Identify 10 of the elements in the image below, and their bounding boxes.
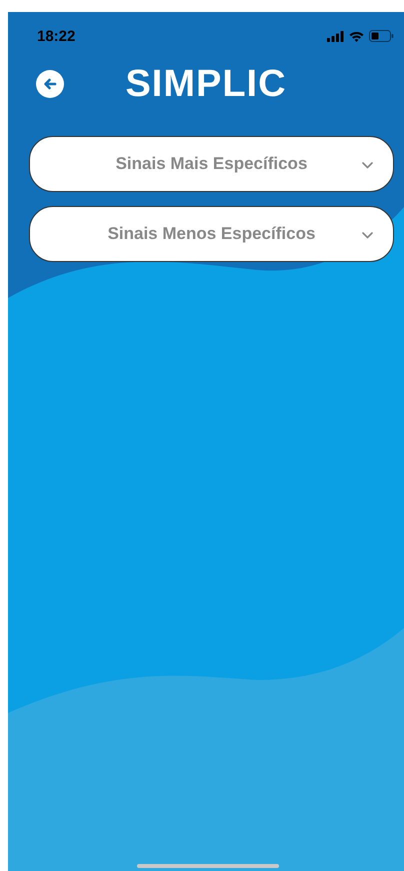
- wifi-icon: [349, 30, 364, 42]
- accordion-header[interactable]: Sinais Menos Específicos: [29, 206, 394, 262]
- battery-icon: [369, 30, 394, 42]
- accordion-header[interactable]: Sinais Mais Específicos: [29, 136, 394, 192]
- status-time: 18:22: [37, 28, 76, 44]
- chevron-icon: [362, 232, 373, 239]
- back-button[interactable]: [36, 70, 64, 98]
- signal-icon: [327, 30, 344, 42]
- app-title: SIMPLIC: [125, 62, 287, 106]
- chevron-icon: [362, 162, 373, 169]
